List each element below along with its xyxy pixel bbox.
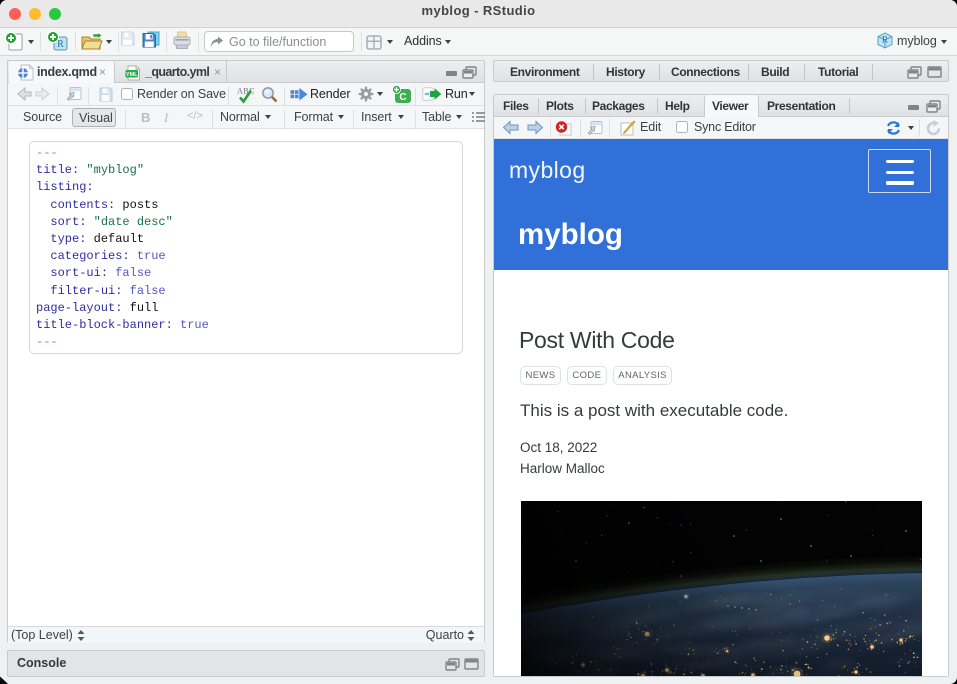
svg-text:YML: YML bbox=[126, 72, 138, 78]
svg-text:ABC: ABC bbox=[237, 87, 255, 96]
svg-text:R: R bbox=[882, 35, 888, 45]
svg-text:R: R bbox=[57, 39, 64, 50]
svg-text:C: C bbox=[399, 92, 406, 103]
